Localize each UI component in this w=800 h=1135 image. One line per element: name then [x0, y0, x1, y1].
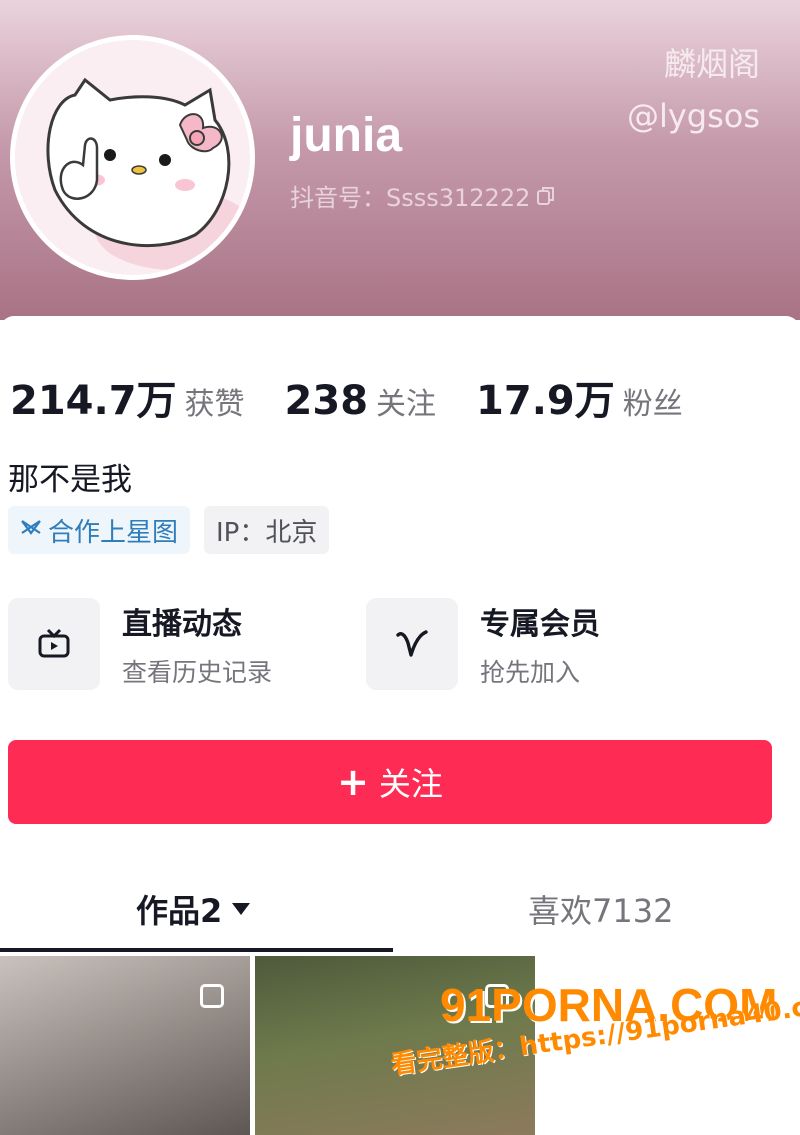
stat-following[interactable]: 238 关注	[285, 378, 437, 424]
star-map-tag[interactable]: 合作上星图	[8, 506, 191, 554]
profile-stats: 214.7万 获赞 238 关注 17.9万 粉丝	[10, 368, 723, 426]
v-member-icon	[366, 598, 458, 690]
membership-entry[interactable]: 专属会员 抢先加入	[366, 598, 600, 690]
avatar[interactable]	[10, 35, 255, 280]
profile-header: 麟烟阁 @lygsos junia 抖音号：Ssss312222	[0, 0, 800, 320]
caret-down-icon	[232, 903, 251, 915]
plus-icon: +	[337, 760, 369, 804]
follow-button-label: 关注	[378, 765, 443, 803]
ip-location-tag: IP：北京	[204, 506, 330, 554]
stat-following-label: 关注	[376, 387, 437, 422]
author-watermark: 麟烟阁 @lygsos	[627, 38, 760, 142]
watermark-name: 麟烟阁	[663, 45, 760, 83]
tab-works[interactable]: 作品2	[136, 886, 251, 932]
membership-title: 专属会员	[480, 607, 600, 642]
profile-tags: 合作上星图 IP：北京	[8, 506, 330, 554]
stat-likes-label: 获赞	[184, 387, 245, 422]
live-history-title: 直播动态	[122, 607, 242, 642]
tab-likes[interactable]: 喜欢7132	[528, 886, 673, 932]
stat-likes[interactable]: 214.7万 获赞	[10, 368, 245, 426]
username: junia	[290, 109, 403, 162]
stat-followers-label: 粉丝	[622, 387, 683, 422]
stat-followers-value: 17.9万	[476, 378, 615, 424]
tab-works-label: 作品2	[136, 892, 223, 930]
douyin-id[interactable]: 抖音号：Ssss312222	[290, 178, 556, 213]
watermark-handle: @lygsos	[626, 97, 760, 135]
follow-button[interactable]: + 关注	[8, 740, 772, 824]
active-tab-indicator	[0, 948, 393, 952]
content-tabs: 作品2 喜欢7132	[0, 876, 800, 956]
video-thumbnail[interactable]	[0, 956, 250, 1135]
stat-following-value: 238	[284, 378, 369, 424]
douyin-id-text: 抖音号：Ssss312222	[290, 184, 531, 212]
stat-followers[interactable]: 17.9万 粉丝	[476, 368, 683, 426]
stat-likes-value: 214.7万	[10, 378, 177, 424]
membership-subtitle: 抢先加入	[480, 658, 581, 687]
live-history-subtitle: 查看历史记录	[122, 658, 273, 687]
kitty-avatar-icon	[15, 40, 250, 274]
copy-icon[interactable]	[536, 185, 556, 207]
star-map-label: 合作上星图	[48, 517, 179, 548]
star-map-icon	[20, 517, 42, 543]
bio-text: 那不是我	[8, 462, 132, 498]
select-checkbox-icon	[200, 984, 224, 1008]
tv-icon	[8, 598, 100, 690]
service-entries: 直播动态 查看历史记录 专属会员 抢先加入	[8, 598, 798, 694]
live-history-entry[interactable]: 直播动态 查看历史记录	[8, 598, 272, 690]
